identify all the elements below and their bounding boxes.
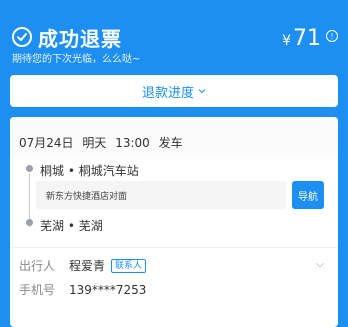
- depart-label: 发车: [158, 136, 183, 150]
- divider: [10, 247, 338, 248]
- departure-time: 13:00: [115, 136, 150, 150]
- departure-day: 明天: [82, 136, 107, 150]
- phone-value: 139****7253: [69, 282, 147, 297]
- phone-label: 手机号: [19, 283, 56, 297]
- currency-symbol: ¥: [282, 33, 291, 49]
- departure-info: 07月24日 明天 13:00 发车: [19, 134, 188, 151]
- passenger-row[interactable]: 出行人 程爱青 联系人: [19, 257, 147, 274]
- origin-station: 桐城 • 桐城汽车站: [40, 164, 139, 178]
- phone-row: 手机号 139****7253: [19, 281, 146, 298]
- refund-progress-label: 退款进度: [141, 85, 194, 101]
- header: 成功退票 期待您的下次光临，么么哒~ ¥ 71 !: [0, 0, 348, 70]
- info-circle-icon[interactable]: !: [326, 30, 338, 42]
- origin-dot: [26, 165, 33, 172]
- chevron-down-icon: [198, 89, 206, 94]
- contact-badge: 联系人: [111, 258, 147, 273]
- page-title: 成功退票: [38, 26, 122, 51]
- passenger-label: 出行人: [19, 259, 56, 273]
- refund-status: 成功退票: [12, 24, 122, 51]
- chevron-down-icon[interactable]: [315, 260, 325, 270]
- destination-dot: [26, 219, 33, 226]
- departure-date: 07月24日: [19, 136, 74, 150]
- amount-value: 71: [293, 26, 321, 51]
- refund-amount[interactable]: ¥ 71 !: [282, 26, 338, 51]
- navigate-button[interactable]: 导航: [292, 181, 324, 209]
- check-circle-icon: [12, 27, 32, 47]
- refund-progress-button[interactable]: 退款进度: [10, 75, 338, 107]
- origin-address: 新东方快捷酒店对面: [36, 181, 286, 209]
- passenger-name: 程爱青: [69, 259, 106, 273]
- destination-station: 芜湖 • 芜湖: [40, 219, 103, 233]
- ticket-card: 07月24日 明天 13:00 发车 桐城 • 桐城汽车站 新东方快捷酒店对面 …: [10, 117, 338, 327]
- subtitle: 期待您的下次光临，么么哒~: [12, 54, 141, 65]
